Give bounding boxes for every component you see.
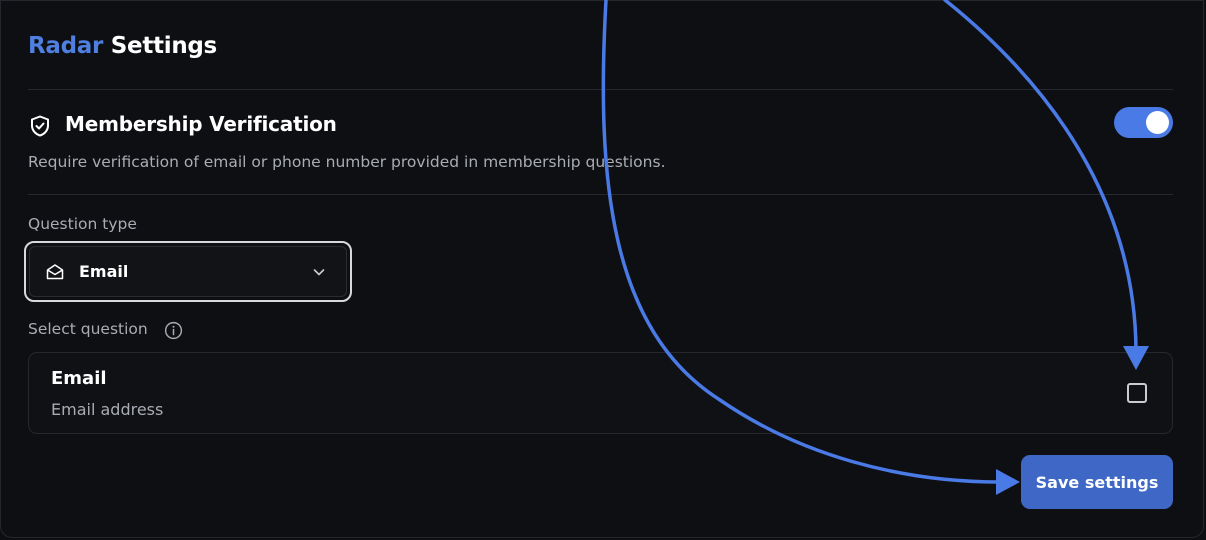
membership-verification-toggle[interactable] — [1114, 107, 1173, 138]
brand-name: Radar — [28, 33, 104, 59]
envelope-open-icon — [46, 264, 64, 280]
settings-panel: Radar Settings Membership Verification R… — [0, 0, 1204, 538]
save-settings-button[interactable]: Save settings — [1021, 455, 1173, 509]
membership-verification-description: Require verification of email or phone n… — [28, 153, 666, 171]
select-question-label: Select question — [28, 320, 148, 338]
page-title-text: Settings — [110, 33, 217, 59]
membership-verification-title: Membership Verification — [65, 112, 337, 136]
question-option-checkbox[interactable] — [1127, 383, 1147, 403]
question-type-select[interactable]: Email — [24, 241, 352, 302]
question-type-value: Email — [79, 262, 129, 281]
chevron-down-icon — [313, 269, 325, 276]
question-option-title: Email — [51, 368, 107, 389]
header-divider — [28, 89, 1173, 90]
question-option-email[interactable]: Email Email address — [28, 352, 1173, 434]
toggle-knob — [1146, 111, 1169, 134]
question-type-label: Question type — [28, 215, 137, 233]
question-type-select-inner: Email — [29, 246, 347, 297]
shield-check-icon — [31, 115, 49, 137]
section-divider — [28, 194, 1173, 195]
question-option-subtitle: Email address — [51, 400, 164, 419]
info-icon[interactable] — [164, 321, 183, 340]
page-title: Radar Settings — [28, 33, 217, 59]
